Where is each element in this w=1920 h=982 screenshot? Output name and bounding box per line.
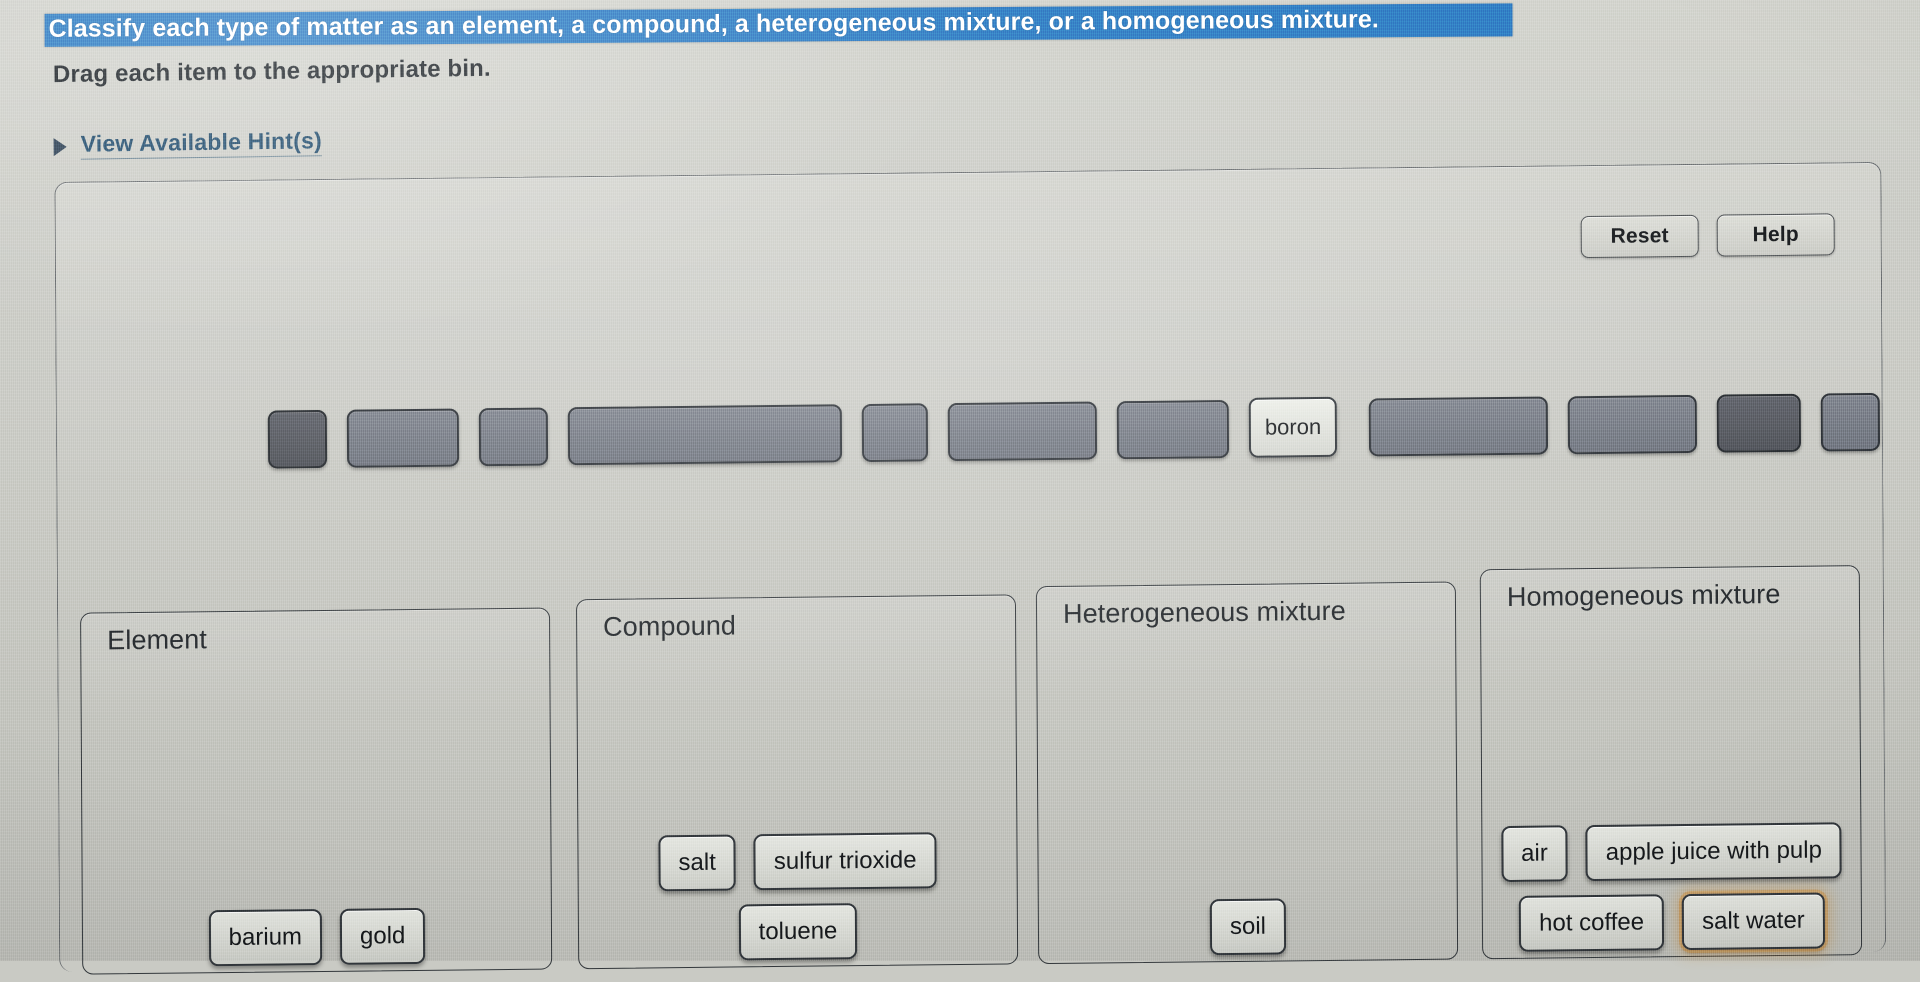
tray-empty-slot bbox=[1116, 400, 1230, 460]
tray-empty-slot bbox=[1567, 394, 1698, 455]
screen-content: Classify each type of matter as an eleme… bbox=[0, 0, 1920, 975]
bin-item-sulfur-trioxide[interactable]: sulfur trioxide bbox=[753, 832, 937, 891]
tray-empty-slot bbox=[478, 407, 549, 467]
tray-empty-slot bbox=[947, 401, 1098, 462]
bin-item-hot-coffee[interactable]: hot coffee bbox=[1518, 894, 1665, 952]
bin-homogeneous-mixture-items: air apple juice with pulp hot coffee salt w… bbox=[1496, 822, 1847, 952]
item-tray: boron bbox=[57, 392, 1882, 493]
bin-item-barium[interactable]: barium bbox=[208, 909, 323, 967]
bin-compound-items: salt sulfur trioxide toluene bbox=[592, 832, 1003, 963]
view-available-hints-toggle[interactable]: View Available Hint(s) bbox=[53, 127, 323, 160]
tray-empty-slot bbox=[567, 404, 843, 466]
bin-item-gold[interactable]: gold bbox=[339, 907, 426, 965]
bin-heterogeneous-mixture-items: soil bbox=[1053, 897, 1443, 957]
bin-element[interactable]: Element barium gold bbox=[80, 607, 553, 975]
panel-toolbar: Reset Help bbox=[1580, 213, 1835, 259]
bin-homogeneous-mixture-label: Homogeneous mixture bbox=[1506, 578, 1781, 612]
reset-button[interactable]: Reset bbox=[1580, 214, 1699, 259]
bin-compound[interactable]: Compound salt sulfur trioxide toluene bbox=[575, 594, 1019, 970]
bin-item-salt-water[interactable]: salt water bbox=[1681, 892, 1825, 951]
bin-homogeneous-mixture[interactable]: Homogeneous mixture air apple juice with … bbox=[1479, 565, 1863, 960]
tray-empty-slot bbox=[1368, 396, 1549, 457]
bin-heterogeneous-mixture[interactable]: Heterogeneous mixture soil bbox=[1035, 581, 1459, 965]
bin-item-salt[interactable]: salt bbox=[658, 834, 737, 892]
answer-panel: Reset Help boron Element barium gold Comp… bbox=[54, 161, 1887, 975]
tray-empty-slot bbox=[267, 409, 328, 469]
question-instruction: Drag each item to the appropriate bin. bbox=[52, 54, 491, 89]
help-button[interactable]: Help bbox=[1716, 213, 1835, 257]
bin-item-toluene[interactable]: toluene bbox=[738, 903, 858, 961]
tray-empty-slot bbox=[861, 403, 929, 463]
tray-empty-slot bbox=[1820, 392, 1881, 452]
tray-item-boron[interactable]: boron bbox=[1248, 396, 1338, 458]
question-title: Classify each type of matter as an eleme… bbox=[44, 3, 1513, 47]
bin-compound-label: Compound bbox=[603, 610, 737, 642]
bin-item-apple-juice-with-pulp[interactable]: apple juice with pulp bbox=[1585, 822, 1843, 882]
bin-element-label: Element bbox=[107, 624, 208, 656]
bin-item-air[interactable]: air bbox=[1500, 825, 1568, 883]
tray-empty-slot bbox=[346, 408, 460, 468]
view-available-hints-label: View Available Hint(s) bbox=[80, 127, 323, 160]
tray-empty-slot bbox=[1716, 393, 1802, 453]
triangle-right-icon bbox=[53, 137, 67, 156]
bin-heterogeneous-mixture-label: Heterogeneous mixture bbox=[1062, 595, 1346, 629]
bin-item-soil[interactable]: soil bbox=[1209, 898, 1287, 956]
bin-element-items: barium gold bbox=[97, 907, 537, 968]
